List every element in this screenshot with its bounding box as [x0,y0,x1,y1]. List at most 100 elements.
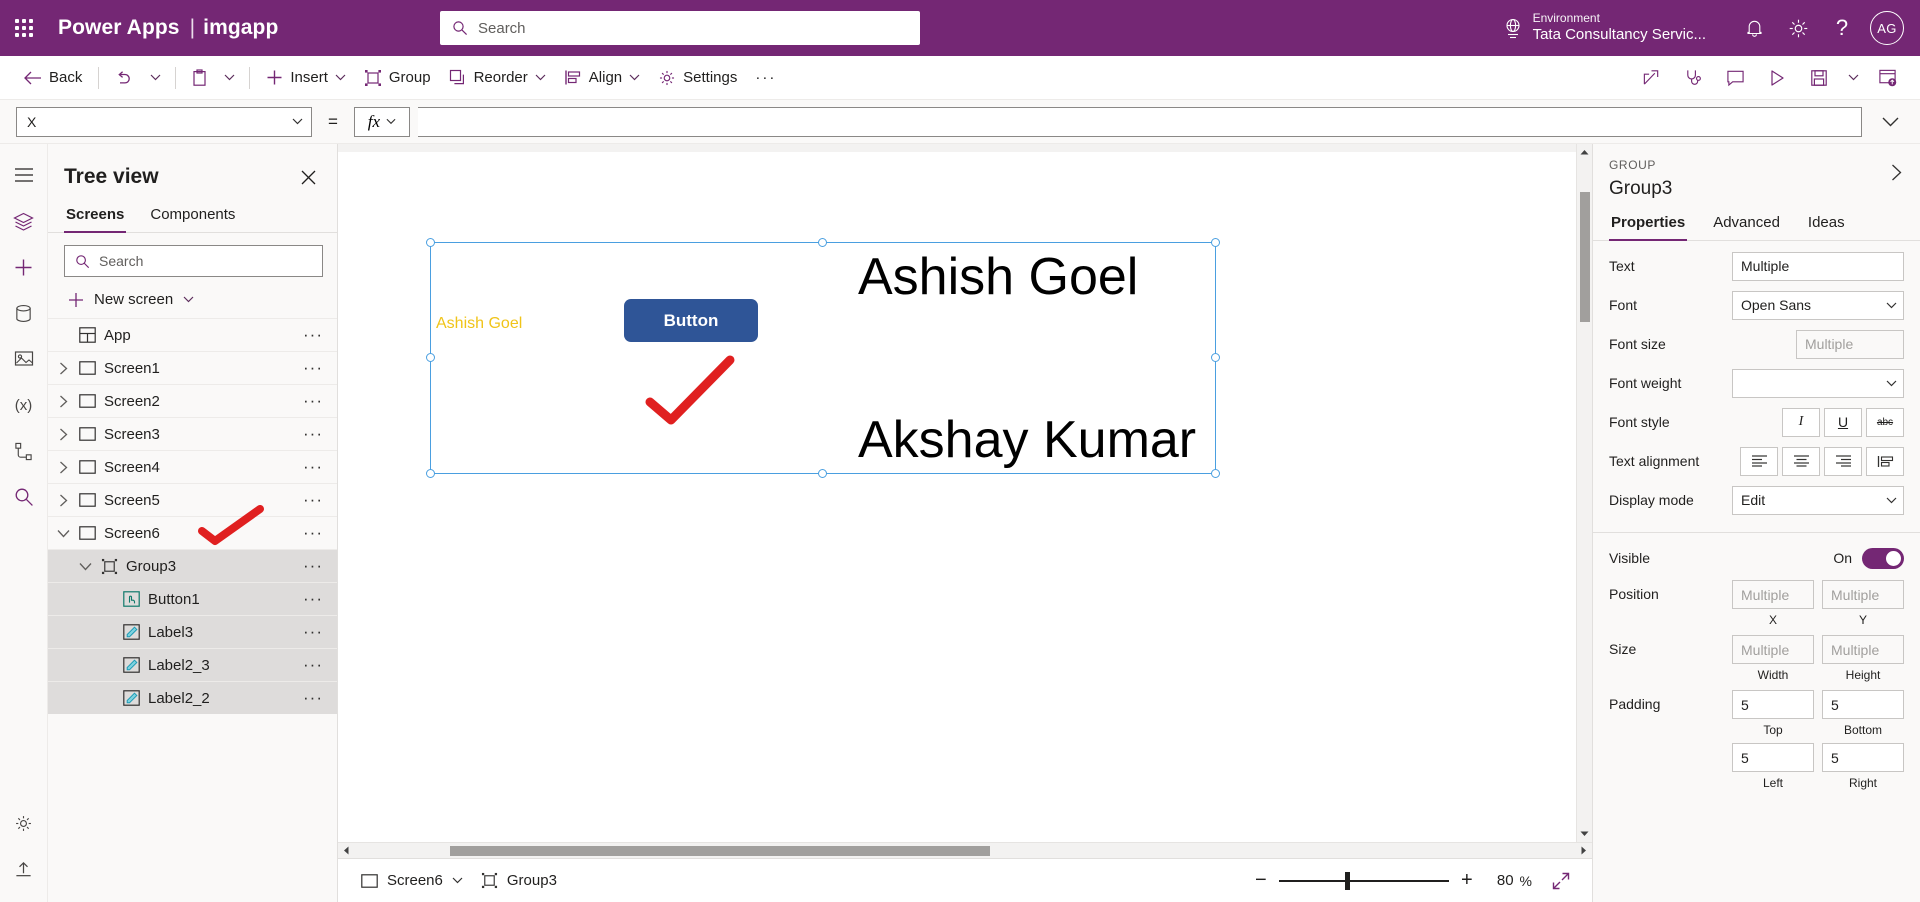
zoom-in-button[interactable]: + [1451,865,1483,897]
size-height-field[interactable]: Multiple [1822,635,1904,664]
settings-button[interactable] [1776,0,1820,56]
underline-button[interactable]: U [1824,407,1862,437]
rail-settings-button[interactable] [0,800,48,846]
tree-item-screen3[interactable]: Screen3 ··· [48,417,337,450]
undo-button[interactable] [106,61,142,95]
canvas-button[interactable]: Button [624,299,758,342]
tree-item-screen5[interactable]: Screen5 ··· [48,483,337,516]
property-selector[interactable]: X [16,106,312,137]
font-select[interactable]: Open Sans [1732,290,1904,320]
reorder-button[interactable]: Reorder [440,61,555,95]
padding-top-field[interactable]: 5 [1732,690,1814,719]
tree-item-screen1[interactable]: Screen1 ··· [48,351,337,384]
chevron-right-icon[interactable] [52,362,74,375]
chevron-right-icon[interactable] [52,395,74,408]
rail-layers-button[interactable] [0,198,48,244]
scroll-right-arrow[interactable] [1576,843,1592,859]
rail-search-button[interactable] [0,474,48,520]
tree-item-label2_3[interactable]: Label2_3 ··· [48,648,337,681]
visible-toggle[interactable] [1862,547,1904,569]
resize-handle-top-right[interactable] [1211,238,1220,247]
tree-item-menu[interactable]: ··· [297,457,329,477]
tree-item-screen6[interactable]: Screen6 ··· [48,516,337,549]
back-button[interactable]: Back [14,61,91,95]
scrollbar-thumb-vertical[interactable] [1580,192,1590,322]
position-y-field[interactable]: Multiple [1822,580,1904,609]
tree-item-menu[interactable]: ··· [297,655,329,675]
scrollbar-track-horizontal[interactable] [354,843,1576,859]
align-justify-button[interactable] [1866,446,1904,476]
preview-button[interactable] [1756,59,1798,97]
chevron-right-icon[interactable] [52,461,74,474]
notifications-button[interactable] [1732,0,1776,56]
group-button[interactable]: Group [355,61,440,95]
align-button[interactable]: Align [555,61,649,95]
chevron-right-icon[interactable] [52,494,74,507]
app-screen[interactable]: Ashish Goel Button Ashish Goel Akshay Ku… [338,152,1576,842]
tree-item-menu[interactable]: ··· [297,391,329,411]
display-mode-select[interactable]: Edit [1732,485,1904,515]
undo-dropdown[interactable] [142,61,168,95]
tree-item-label3[interactable]: Label3 ··· [48,615,337,648]
tree-item-app[interactable]: App ··· [48,318,337,351]
help-button[interactable]: ? [1820,0,1864,56]
avatar[interactable]: AG [1870,11,1904,45]
chevron-down-icon[interactable] [74,562,96,571]
align-center-button[interactable] [1782,446,1820,476]
chevron-right-icon[interactable] [52,428,74,441]
strikethrough-button[interactable]: abc [1866,407,1904,437]
save-button[interactable] [1798,59,1840,97]
tab-components[interactable]: Components [148,198,237,232]
zoom-out-button[interactable]: − [1245,865,1277,897]
tree-search-input[interactable]: Search [64,245,323,277]
zoom-slider-knob[interactable] [1344,871,1350,890]
settings-command-button[interactable]: Settings [649,61,746,95]
rail-insert-button[interactable] [0,244,48,290]
app-checker-button[interactable] [1672,59,1714,97]
resize-handle-middle-right[interactable] [1211,353,1220,362]
resize-handle-middle-left[interactable] [426,353,435,362]
tree-item-menu[interactable]: ··· [297,688,329,708]
app-launcher-icon[interactable] [0,0,48,56]
scroll-left-arrow[interactable] [338,843,354,859]
brand-title[interactable]: Power Apps | imgapp [58,16,278,40]
zoom-slider[interactable] [1278,865,1449,897]
share-button[interactable] [1630,59,1672,97]
status-group-breadcrumb[interactable]: Group3 [472,865,566,897]
tab-advanced[interactable]: Advanced [1711,214,1782,240]
align-right-button[interactable] [1824,446,1862,476]
padding-right-field[interactable]: 5 [1822,743,1904,772]
paste-dropdown[interactable] [216,61,242,95]
tab-properties[interactable]: Properties [1609,214,1688,241]
resize-handle-bottom-left[interactable] [426,469,435,478]
size-width-field[interactable]: Multiple [1732,635,1814,664]
tab-ideas[interactable]: Ideas [1806,214,1847,240]
fx-button[interactable]: fx [353,106,410,137]
tree-item-menu[interactable]: ··· [297,358,329,378]
padding-left-field[interactable]: 5 [1732,743,1814,772]
rail-data-button[interactable] [0,290,48,336]
scrollbar-thumb-horizontal[interactable] [450,845,990,856]
tree-item-group3[interactable]: Group3 ··· [48,549,337,582]
save-dropdown[interactable] [1840,59,1866,97]
comments-button[interactable] [1714,59,1756,97]
rail-media-button[interactable] [0,336,48,382]
label-akshay-kumar-large[interactable]: Akshay Kumar [858,410,1196,470]
scroll-up-arrow[interactable] [1577,144,1592,160]
rail-variables-button[interactable]: (x) [0,382,48,428]
close-icon[interactable] [293,162,323,192]
tree-item-menu[interactable]: ··· [297,325,329,345]
resize-handle-top-left[interactable] [426,238,435,247]
fit-to-screen-button[interactable] [1544,865,1578,897]
insert-button[interactable]: Insert [257,61,355,95]
canvas-horizontal-scrollbar[interactable] [338,842,1592,858]
publish-button[interactable] [1866,59,1908,97]
align-left-button[interactable] [1740,446,1778,476]
label-ashish-goel-large[interactable]: Ashish Goel [858,247,1138,307]
font-weight-select[interactable] [1732,368,1904,398]
tree-item-menu[interactable]: ··· [297,589,329,609]
tree-item-screen2[interactable]: Screen2 ··· [48,384,337,417]
font-size-field[interactable]: Multiple [1796,329,1904,359]
italic-button[interactable]: I [1782,407,1820,437]
chevron-down-icon[interactable] [52,529,74,538]
